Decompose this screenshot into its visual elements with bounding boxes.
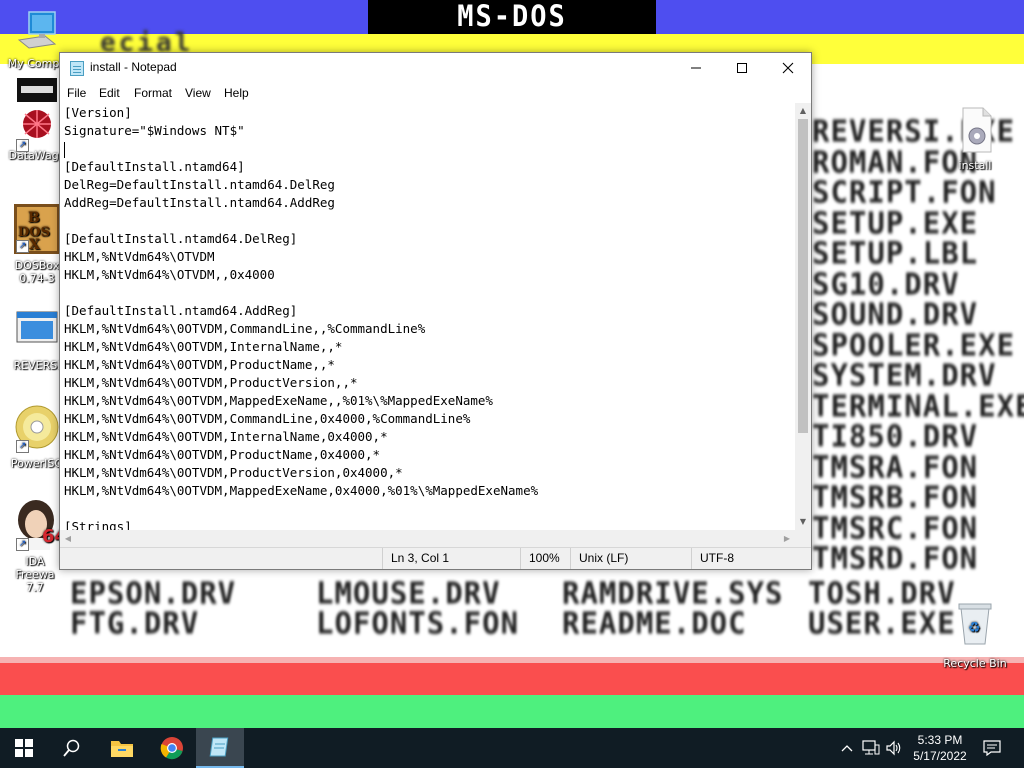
menu-help[interactable]: Help [224, 86, 249, 100]
chrome-icon [160, 737, 183, 760]
text-line: [DefaultInstall.ntamd64.AddReg] [64, 303, 298, 318]
text-line: HKLM,%NtVdm64%\OTVDM [64, 249, 215, 264]
status-line-ending: Unix (LF) [570, 548, 691, 569]
taskbar: 5:33 PM 5/17/2022 [0, 728, 1024, 768]
text-line: [DefaultInstall.ntamd64] [64, 159, 245, 174]
vertical-scroll-thumb[interactable] [798, 119, 808, 433]
wallpaper-green-band [0, 695, 1024, 728]
taskbar-notepad[interactable] [196, 728, 244, 768]
search-button[interactable] [48, 728, 96, 768]
msdos-file-entry: USER.EXE [808, 605, 956, 641]
scroll-right-arrow-icon[interactable]: ▶ [779, 530, 795, 547]
datawagon-icon [17, 78, 57, 138]
shortcut-arrow-icon: ↗ [16, 139, 29, 152]
msdos-file-entry: LOFONTS.FON [316, 605, 520, 641]
network-button[interactable] [859, 728, 883, 768]
wallpaper-red-band [0, 663, 1024, 695]
show-hidden-icons-button[interactable] [836, 728, 858, 768]
computer-icon [17, 11, 57, 49]
notepad-menubar: File Edit Format View Help [60, 83, 811, 103]
msdos-executive-title: MS-DOS Executive [368, 0, 656, 71]
scroll-down-arrow-icon[interactable]: ▼ [795, 514, 811, 530]
msdos-file-entry: README.DOC [562, 605, 747, 641]
text-line: HKLM,%NtVdm64%\0OTVDM,InternalName,,* [64, 339, 343, 354]
network-icon [862, 740, 880, 755]
recycle-bin-icon: ♻ [958, 603, 992, 645]
windows-logo-icon [15, 739, 33, 757]
menu-view[interactable]: View [185, 86, 211, 100]
text-line: [Version] [64, 105, 132, 120]
text-line: HKLM,%NtVdm64%\0OTVDM,ProductVersion,0x4… [64, 465, 403, 480]
text-line: HKLM,%NtVdm64%\0OTVDM,ProductName,0x4000… [64, 447, 381, 462]
text-line: HKLM,%NtVdm64%\0OTVDM,CommandLine,,%Comm… [64, 321, 426, 336]
clock-time: 5:33 PM [917, 733, 963, 747]
text-line: [DefaultInstall.ntamd64.DelReg] [64, 231, 298, 246]
status-bar: Ln 3, Col 1 100% Unix (LF) UTF-8 [60, 547, 811, 569]
msdos-file-entry: FTG.DRV [70, 605, 200, 641]
text-line: HKLM,%NtVdm64%\0OTVDM,ProductVersion,,* [64, 375, 358, 390]
svg-text:♻: ♻ [968, 620, 981, 636]
scrollbar-corner [795, 530, 811, 547]
taskbar-file-explorer[interactable] [98, 728, 146, 768]
text-editor-area[interactable]: [Version] Signature="$Windows NT$" [Defaul… [60, 103, 795, 530]
close-icon [782, 62, 794, 74]
volume-button[interactable] [883, 728, 905, 768]
desktop-icon-install[interactable]: install [938, 106, 1012, 172]
text-line: AddReg=DefaultInstall.ntamd64.AddReg [64, 195, 335, 210]
menu-edit[interactable]: Edit [99, 86, 120, 100]
chevron-up-icon [841, 745, 853, 752]
shortcut-arrow-icon: ↗ [16, 240, 29, 253]
speaker-icon [886, 740, 901, 756]
text-caret [64, 142, 65, 158]
maximize-icon [737, 63, 747, 73]
svg-text:X: X [29, 237, 40, 253]
text-line: HKLM,%NtVdm64%\0OTVDM,CommandLine,0x4000… [64, 411, 471, 426]
text-line: HKLM,%NtVdm64%\0OTVDM,MappedExeName,0x40… [64, 483, 539, 498]
minimize-button[interactable] [673, 53, 719, 83]
desktop-icon-label: DOSBox 0.74-3 [14, 259, 60, 285]
notification-icon [983, 740, 1001, 756]
msdos-file-entry: TMSRD.FON [812, 540, 979, 576]
desktop-icon-label: IDA Freewa 7.7 [15, 555, 55, 594]
status-encoding: UTF-8 [691, 548, 811, 569]
vertical-scrollbar[interactable]: ▲ ▼ [795, 103, 811, 530]
desktop-icon-label: install [958, 159, 992, 172]
notepad-window[interactable]: install - Notepad File Edit Format View … [59, 52, 812, 570]
notepad-titlebar[interactable]: install - Notepad [60, 53, 811, 83]
minimize-icon [691, 67, 701, 69]
clock-date: 5/17/2022 [913, 749, 967, 763]
desktop-icon-label: Recycle Bin [943, 657, 1007, 670]
text-line: HKLM,%NtVdm64%\0OTVDM,ProductName,,* [64, 357, 335, 372]
menu-format[interactable]: Format [134, 86, 172, 100]
notepad-icon [209, 737, 229, 757]
svg-text:B: B [28, 210, 40, 226]
scroll-up-arrow-icon[interactable]: ▲ [795, 103, 811, 119]
text-line: HKLM,%NtVdm64%\0OTVDM,MappedExeName,,%01… [64, 393, 493, 408]
window-title: install - Notepad [90, 60, 177, 74]
folder-icon [111, 741, 133, 757]
horizontal-scrollbar[interactable]: ◀ ▶ [60, 530, 795, 547]
search-icon [63, 739, 80, 757]
menu-file[interactable]: File [67, 86, 86, 100]
close-button[interactable] [765, 53, 811, 83]
shortcut-arrow-icon: ↗ [16, 538, 29, 551]
scroll-left-arrow-icon[interactable]: ◀ [60, 530, 76, 547]
status-zoom: 100% [520, 548, 570, 569]
text-line: HKLM,%NtVdm64%\0OTVDM,InternalName,0x400… [64, 429, 388, 444]
text-line: DelReg=DefaultInstall.ntamd64.DelReg [64, 177, 335, 192]
desktop-icon-recycle-bin[interactable]: ♻ Recycle Bin [938, 600, 1012, 670]
status-cursor-position: Ln 3, Col 1 [382, 548, 520, 569]
text-line: Signature="$Windows NT$" [64, 123, 245, 138]
inf-file-icon [962, 107, 992, 153]
taskbar-chrome[interactable] [148, 728, 196, 768]
reversi-window-icon [16, 311, 58, 343]
text-line: [Strings] [64, 519, 132, 530]
shortcut-arrow-icon: ↗ [16, 440, 29, 453]
taskbar-clock[interactable]: 5:33 PM 5/17/2022 [904, 732, 976, 764]
action-center-button[interactable] [978, 728, 1006, 768]
maximize-button[interactable] [719, 53, 765, 83]
text-line: HKLM,%NtVdm64%\OTVDM,,0x4000 [64, 267, 275, 282]
start-button[interactable] [0, 728, 48, 768]
notepad-app-icon[interactable] [70, 61, 84, 76]
